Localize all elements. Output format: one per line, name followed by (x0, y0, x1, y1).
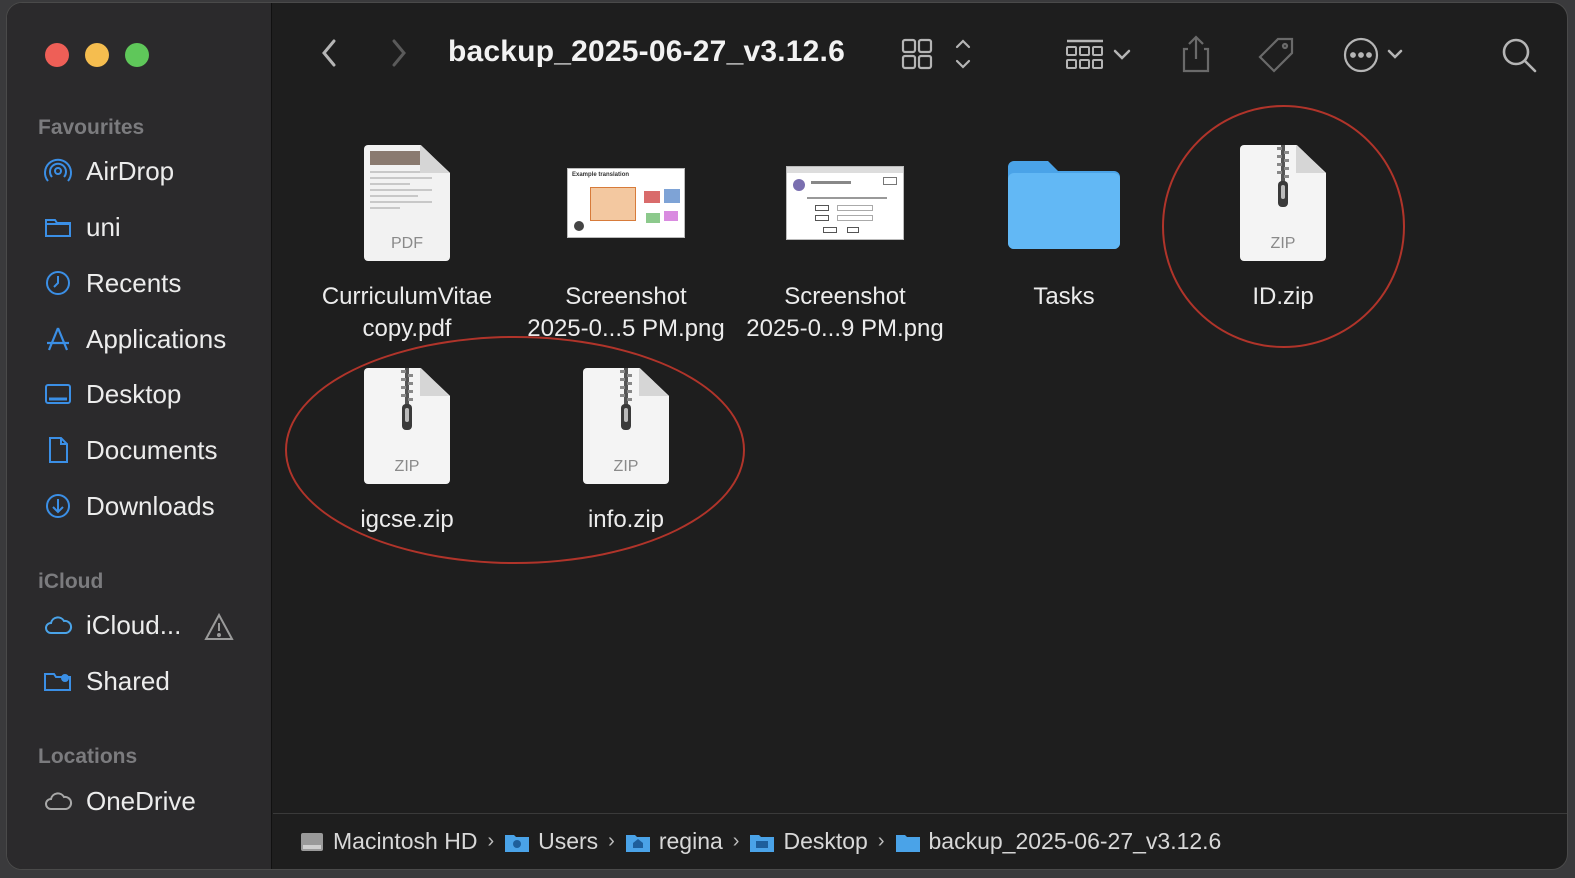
file-name: Screenshot 2025-0...9 PM.png (746, 283, 944, 342)
search-icon (1502, 38, 1537, 73)
toolbar: backup_2025-06-27_v3.12.6 (273, 3, 1567, 108)
zipper-icon (620, 368, 632, 430)
minimize-button[interactable] (85, 43, 109, 67)
back-button[interactable] (311, 35, 347, 71)
chevron-right-icon: › (732, 830, 740, 852)
sidebar-item-shared[interactable]: Shared (40, 661, 260, 701)
image-thumbnail (786, 166, 904, 240)
file-item-screenshot-2[interactable]: Screenshot 2025-0...9 PM.png (735, 133, 955, 345)
share-button[interactable] (1178, 33, 1214, 75)
warning-icon[interactable] (203, 611, 235, 643)
chevron-right-icon: › (608, 830, 615, 852)
zip-file-icon: ZIP (583, 368, 669, 484)
file-item-pdf[interactable]: PDF CurriculumVitae copy.pdf (297, 133, 517, 345)
path-crumb-regina[interactable]: regina › (625, 828, 750, 855)
cloud-icon (40, 607, 76, 643)
hard-drive-icon (301, 832, 323, 851)
zipper-icon (401, 368, 413, 430)
sidebar-item-onedrive[interactable]: OneDrive (40, 781, 260, 821)
group-by-button[interactable] (1063, 37, 1143, 73)
sidebar-item-downloads[interactable]: Downloads (40, 486, 260, 526)
forward-button[interactable] (381, 35, 417, 71)
finder-window: Favourites AirDrop uni Recents Applicati… (6, 2, 1568, 870)
sidebar-item-label: Applications (86, 323, 227, 354)
sidebar-item-label: OneDrive (86, 785, 196, 816)
pdf-file-icon: PDF (364, 145, 450, 261)
file-name: Screenshot 2025-0...5 PM.png (527, 283, 725, 342)
close-button[interactable] (45, 43, 69, 67)
file-name: igcse.zip (360, 506, 454, 533)
chevron-right-icon (392, 39, 406, 67)
sidebar-item-uni[interactable]: uni (40, 207, 260, 247)
folder-icon (895, 834, 920, 852)
file-item-igcse-zip[interactable]: ZIP igcse.zip (297, 356, 517, 536)
file-item-id-zip[interactable]: ZIP ID.zip (1173, 133, 1393, 313)
folder-icon (40, 209, 76, 245)
file-grid: PDF CurriculumVitae copy.pdf Example tra… (273, 105, 1567, 813)
sidebar-item-recents[interactable]: Recents (40, 263, 260, 303)
desktop-folder-icon (750, 834, 775, 852)
image-thumbnail: Example translation (567, 168, 685, 238)
group-icon (1066, 39, 1131, 69)
search-button[interactable] (1499, 35, 1539, 75)
sidebar-item-label: Documents (86, 434, 218, 465)
share-icon (1182, 35, 1210, 73)
zipper-icon (1277, 145, 1289, 207)
document-icon (40, 432, 76, 468)
path-crumb-users[interactable]: Users › (504, 828, 625, 855)
path-bar: Macintosh HD › Users › regina › Desktop … (273, 813, 1567, 869)
sidebar: Favourites AirDrop uni Recents Applicati… (7, 3, 272, 869)
home-folder-icon (625, 834, 650, 852)
airdrop-icon (40, 153, 76, 189)
zip-file-icon: ZIP (364, 368, 450, 484)
path-crumb-current[interactable]: backup_2025-06-27_v3.12.6 (895, 828, 1221, 855)
sidebar-item-label: Desktop (86, 378, 182, 409)
download-icon (40, 488, 76, 524)
folder-icon (1008, 161, 1120, 249)
sidebar-section-locations: Locations (38, 745, 138, 768)
file-name: ID.zip (1252, 283, 1314, 310)
more-actions-button[interactable] (1341, 35, 1409, 75)
sidebar-item-label: uni (86, 211, 121, 242)
applications-icon (40, 321, 76, 357)
sidebar-section-icloud: iCloud (38, 570, 104, 593)
file-item-info-zip[interactable]: ZIP info.zip (516, 356, 736, 536)
ellipsis-circle-icon (1343, 37, 1403, 73)
chevron-right-icon: › (487, 830, 495, 852)
sidebar-item-applications[interactable]: Applications (40, 319, 260, 359)
file-name: Tasks (1033, 283, 1095, 310)
sidebar-item-airdrop[interactable]: AirDrop (40, 151, 260, 191)
sidebar-item-documents[interactable]: Documents (40, 430, 260, 470)
sidebar-item-label: Downloads (86, 490, 215, 521)
sidebar-item-label: Shared (86, 665, 170, 696)
users-folder-icon (505, 834, 530, 852)
tag-icon (1258, 37, 1294, 73)
folder-item-tasks[interactable]: Tasks (954, 133, 1174, 313)
sidebar-item-label: Recents (86, 267, 182, 298)
sidebar-item-desktop[interactable]: Desktop (40, 374, 260, 414)
view-mode-button[interactable] (901, 37, 977, 73)
desktop-icon (40, 376, 76, 412)
sidebar-item-label: AirDrop (86, 155, 175, 186)
chevron-left-icon (322, 39, 336, 67)
chevron-right-icon: › (877, 830, 885, 852)
file-name: info.zip (587, 506, 665, 533)
tag-button[interactable] (1256, 35, 1296, 75)
cloud-icon (40, 783, 76, 819)
grid-view-icon (901, 38, 971, 70)
sidebar-section-favourites: Favourites (38, 116, 145, 139)
path-crumb-macintosh-hd[interactable]: Macintosh HD › (299, 828, 504, 855)
path-crumb-desktop[interactable]: Desktop › (749, 828, 894, 855)
window-controls (45, 43, 149, 67)
clock-icon (40, 265, 76, 301)
file-item-screenshot-1[interactable]: Example translation Screenshot 2025-0...… (516, 133, 736, 345)
sidebar-item-label: iCloud... (86, 609, 182, 640)
zip-file-icon: ZIP (1240, 145, 1326, 261)
window-title: backup_2025-06-27_v3.12.6 (448, 35, 845, 68)
file-name: CurriculumVitae copy.pdf (321, 283, 493, 342)
shared-folder-icon (40, 663, 76, 699)
zoom-button[interactable] (125, 43, 149, 67)
